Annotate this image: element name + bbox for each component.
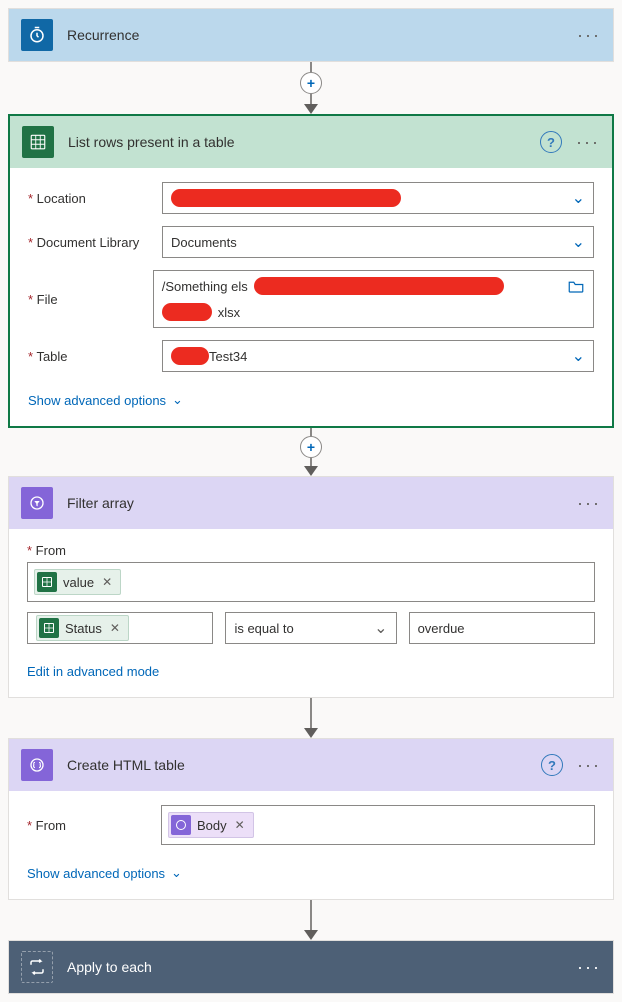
- html-table-from-input[interactable]: Body ✕: [161, 805, 595, 845]
- connector-4: [8, 900, 614, 940]
- html-table-menu[interactable]: ···: [577, 755, 601, 776]
- list-rows-title: List rows present in a table: [68, 134, 526, 150]
- doclib-value: Documents: [171, 235, 237, 250]
- html-table-card: Create HTML table ? ··· From Body ✕ Show…: [8, 738, 614, 900]
- list-rows-help-icon[interactable]: ?: [540, 131, 562, 153]
- remove-token-icon[interactable]: ✕: [233, 818, 247, 832]
- file-picker[interactable]: /Something els xlsx: [153, 270, 594, 328]
- chevron-down-icon[interactable]: ⌄: [564, 188, 585, 208]
- label-file: File: [28, 292, 147, 307]
- chevron-down-icon[interactable]: ⌄: [564, 232, 585, 252]
- token-body[interactable]: Body ✕: [168, 812, 254, 838]
- excel-icon: [37, 572, 57, 592]
- filter-operator-dropdown[interactable]: is equal to ⌄: [225, 612, 396, 644]
- label-location: Location: [28, 191, 156, 206]
- doclib-dropdown[interactable]: Documents ⌄: [162, 226, 594, 258]
- chevron-down-icon[interactable]: ⌄: [366, 618, 387, 638]
- html-table-help-icon[interactable]: ?: [541, 754, 563, 776]
- filter-from-label: From: [36, 543, 66, 558]
- filter-header[interactable]: Filter array ···: [9, 477, 613, 529]
- chevron-down-icon[interactable]: ⌄: [564, 346, 585, 366]
- location-dropdown[interactable]: ⌄: [162, 182, 594, 214]
- list-rows-advanced-link[interactable]: Show advanced options ⌄: [28, 392, 183, 408]
- folder-icon[interactable]: [567, 278, 585, 294]
- filter-card: Filter array ··· * From value ✕ Status ✕: [8, 476, 614, 698]
- label-doclib: Document Library: [28, 235, 156, 250]
- braces-icon: [21, 749, 53, 781]
- recurrence-menu[interactable]: ···: [577, 25, 601, 46]
- table-dropdown[interactable]: Test34 ⌄: [162, 340, 594, 372]
- table-value: Test34: [209, 349, 247, 364]
- filter-value-input[interactable]: overdue: [409, 612, 595, 644]
- remove-token-icon[interactable]: ✕: [100, 575, 114, 589]
- file-value-prefix: /Something els: [162, 279, 248, 294]
- remove-token-icon[interactable]: ✕: [108, 621, 122, 635]
- chevron-down-icon: ⌄: [171, 865, 182, 881]
- recurrence-header[interactable]: Recurrence ···: [9, 9, 613, 61]
- list-rows-menu[interactable]: ···: [576, 132, 600, 153]
- html-table-advanced-link[interactable]: Show advanced options ⌄: [27, 865, 182, 881]
- label-table: Table: [28, 349, 156, 364]
- list-rows-card: List rows present in a table ? ··· Locat…: [8, 114, 614, 428]
- file-value-suffix: xlsx: [218, 305, 240, 320]
- loop-icon: [21, 951, 53, 983]
- recurrence-card: Recurrence ···: [8, 8, 614, 62]
- filter-title: Filter array: [67, 495, 563, 511]
- connector-2: +: [8, 428, 614, 476]
- excel-icon: [39, 618, 59, 638]
- html-table-header[interactable]: Create HTML table ? ···: [9, 739, 613, 791]
- filter-edit-advanced-link[interactable]: Edit in advanced mode: [27, 664, 159, 679]
- connector-1: +: [8, 62, 614, 114]
- recurrence-title: Recurrence: [67, 27, 563, 43]
- add-step-button-2[interactable]: +: [300, 436, 322, 458]
- apply-to-each-card: Apply to each ···: [8, 940, 614, 994]
- apply-to-each-title: Apply to each: [67, 959, 563, 975]
- chevron-down-icon: ⌄: [172, 392, 183, 408]
- html-table-title: Create HTML table: [67, 757, 527, 773]
- token-status[interactable]: Status ✕: [36, 615, 129, 641]
- apply-to-each-menu[interactable]: ···: [577, 957, 601, 978]
- apply-to-each-header[interactable]: Apply to each ···: [9, 941, 613, 993]
- filter-from-input[interactable]: value ✕: [27, 562, 595, 602]
- funnel-icon: [21, 487, 53, 519]
- excel-icon: [22, 126, 54, 158]
- connector-3: [8, 698, 614, 738]
- filter-menu[interactable]: ···: [577, 493, 601, 514]
- token-value[interactable]: value ✕: [34, 569, 121, 595]
- list-rows-header[interactable]: List rows present in a table ? ···: [10, 116, 612, 168]
- html-table-from-label: From: [27, 818, 155, 833]
- filter-left-input[interactable]: Status ✕: [27, 612, 213, 644]
- braces-icon: [171, 815, 191, 835]
- add-step-button-1[interactable]: +: [300, 72, 322, 94]
- recurrence-icon: [21, 19, 53, 51]
